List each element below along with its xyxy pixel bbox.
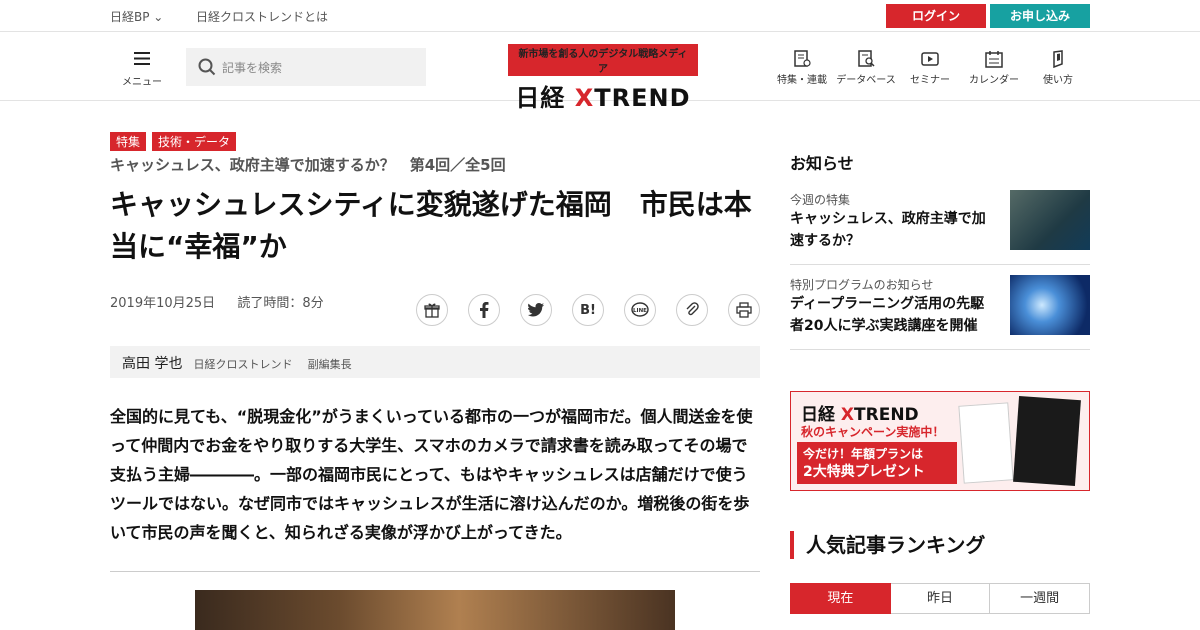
- seminar-icon: [921, 52, 939, 66]
- search-icon: [198, 58, 216, 76]
- publish-date: 2019年10月25日: [110, 296, 216, 311]
- notice-item[interactable]: 今週の特集 キャッシュレス、政府主導で加速するか？: [790, 181, 1090, 265]
- ranking-heading: 人気記事ランキング: [790, 531, 985, 559]
- header-nav: 特集・連載 データベース セミナー カレンダー 使い方: [770, 50, 1090, 86]
- author-org: 日経クロストレンド: [193, 358, 293, 371]
- notice-thumbnail[interactable]: [1010, 190, 1090, 250]
- about-link[interactable]: 日経クロストレンドとは: [196, 8, 328, 25]
- nav-guide[interactable]: 使い方: [1026, 50, 1090, 86]
- series-title[interactable]: キャッシュレス、政府主導で加速するか？ 第4回／全5回: [110, 154, 506, 175]
- notice-category: 今週の特集: [790, 193, 851, 207]
- copy-link-button[interactable]: [676, 294, 708, 326]
- tag-tech-data[interactable]: 技術・データ: [152, 132, 237, 151]
- printer-icon: [736, 302, 752, 318]
- article-photo: [195, 590, 675, 630]
- apply-button[interactable]: お申し込み: [990, 4, 1090, 28]
- article-lede: 全国的に見ても、“脱現金化”がうまくいっている都市の一つが福岡市だ。個人間送金を…: [110, 407, 753, 542]
- gift-button[interactable]: [416, 294, 448, 326]
- banner-campaign-text: 秋のキャンペーン実施中！: [801, 425, 945, 439]
- tab-now[interactable]: 現在: [790, 583, 891, 614]
- campaign-banner[interactable]: 日経 XTREND 秋のキャンペーン実施中！ 今だけ！年額プランは 2大特典プレ…: [790, 391, 1090, 491]
- article-title: キャッシュレスシティに変貌遂げた福岡 市民は本当に“幸福”か: [110, 188, 752, 263]
- banner-book-image: [958, 402, 1014, 484]
- read-time: 読了時間：8分: [237, 296, 324, 311]
- menu-button[interactable]: メニュー: [120, 50, 164, 88]
- search-placeholder: 記事を検索: [222, 61, 283, 75]
- svg-text:LINE: LINE: [633, 308, 647, 314]
- nav-guide-label: 使い方: [1043, 75, 1073, 86]
- notice-category: 特別プログラムのお知らせ: [790, 278, 934, 292]
- notice-text[interactable]: ディープラーニング活用の先駆者20人に学ぶ実践講座を開催: [790, 293, 995, 337]
- hatena-icon: B!: [580, 302, 596, 318]
- tab-yesterday[interactable]: 昨日: [890, 583, 991, 614]
- feature-icon: [794, 50, 811, 67]
- notice-text[interactable]: キャッシュレス、政府主導で加速するか？: [790, 208, 995, 252]
- top-utility-bar: 日経BP ⌄ 日経クロストレンドとは ログイン お申し込み: [0, 0, 1200, 32]
- guide-icon: [1053, 50, 1063, 68]
- twitter-icon: [528, 303, 544, 317]
- article-tags: 特集 技術・データ: [110, 132, 237, 151]
- site-logo[interactable]: 新市場を創る人のデジタル戦略メディア 日経 XTREND: [508, 44, 698, 113]
- hamburger-icon: [134, 52, 150, 65]
- logo-tagline: 新市場を創る人のデジタル戦略メディア: [508, 44, 698, 76]
- share-buttons: B! LINE: [416, 294, 760, 326]
- notice-item[interactable]: 特別プログラムのお知らせ ディープラーニング活用の先駆者20人に学ぶ実践講座を開…: [790, 266, 1090, 350]
- logo-wordmark: 日経 XTREND: [515, 84, 691, 112]
- nav-seminar-label: セミナー: [910, 75, 950, 86]
- nav-calendar-label: カレンダー: [969, 75, 1019, 86]
- nav-database[interactable]: データベース: [834, 50, 898, 86]
- banner-offer: 今だけ！年額プランは 2大特典プレゼント: [797, 442, 957, 484]
- divider: [110, 571, 760, 572]
- banner-offer-line1: 今だけ！年額プランは: [803, 447, 924, 461]
- nav-feature-label: 特集・連載: [777, 75, 827, 86]
- facebook-share-button[interactable]: [468, 294, 500, 326]
- menu-label: メニュー: [122, 77, 162, 88]
- calendar-icon: [985, 51, 1003, 68]
- print-button[interactable]: [728, 294, 760, 326]
- banner-offer-line2: 2大特典プレゼント: [803, 464, 925, 480]
- tab-week[interactable]: 一週間: [990, 583, 1091, 614]
- search-input[interactable]: 記事を検索: [186, 48, 426, 86]
- author-box: 高田 学也 日経クロストレンド 副編集長: [110, 346, 760, 378]
- hatena-bookmark-button[interactable]: B!: [572, 294, 604, 326]
- gift-icon: [424, 303, 440, 318]
- line-share-button[interactable]: LINE: [624, 294, 656, 326]
- article-meta: 2019年10月25日 読了時間：8分: [110, 292, 324, 311]
- nikkei-bp-link[interactable]: 日経BP ⌄: [110, 8, 163, 25]
- paperclip-icon: [686, 302, 699, 316]
- ranking-tabs: 現在 昨日 一週間: [790, 583, 1091, 614]
- nav-seminar[interactable]: セミナー: [898, 50, 962, 86]
- author-role: 副編集長: [307, 358, 352, 371]
- banner-book-image: [1013, 395, 1081, 487]
- notice-heading: お知らせ: [790, 154, 854, 173]
- banner-logo: 日経 XTREND: [801, 405, 919, 425]
- database-icon: [858, 50, 875, 67]
- nav-calendar[interactable]: カレンダー: [962, 50, 1026, 86]
- twitter-share-button[interactable]: [520, 294, 552, 326]
- author-name[interactable]: 高田 学也: [122, 356, 182, 372]
- login-button[interactable]: ログイン: [886, 4, 986, 28]
- tag-feature[interactable]: 特集: [110, 132, 147, 151]
- notice-thumbnail[interactable]: [1010, 275, 1090, 335]
- site-header: メニュー 記事を検索 新市場を創る人のデジタル戦略メディア 日経 XTREND …: [0, 32, 1200, 112]
- line-icon: LINE: [631, 302, 649, 317]
- facebook-icon: [480, 302, 489, 318]
- nav-feature[interactable]: 特集・連載: [770, 50, 834, 86]
- nav-database-label: データベース: [836, 75, 896, 86]
